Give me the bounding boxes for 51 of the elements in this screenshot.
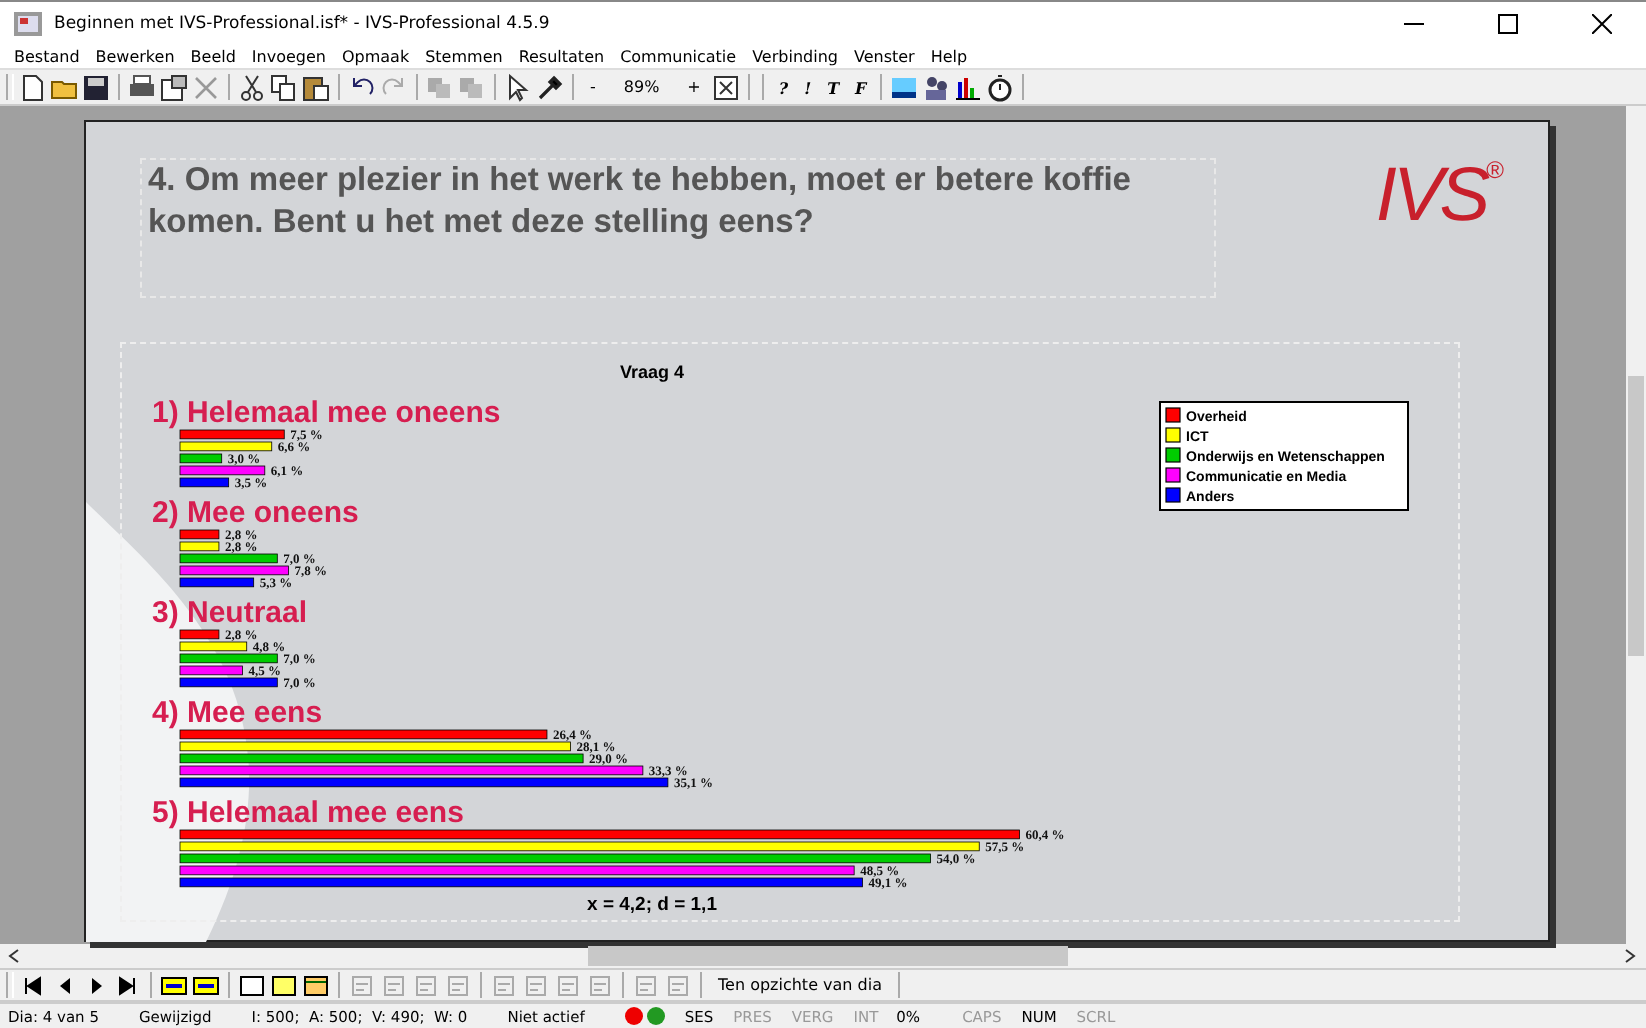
zoom-out-button[interactable]: - bbox=[582, 78, 604, 96]
chart-title: Vraag 4 bbox=[619, 362, 685, 382]
format-button[interactable]: T bbox=[821, 77, 846, 97]
page-layout-icon[interactable] bbox=[302, 971, 330, 999]
menu-item[interactable]: Stemmen bbox=[425, 47, 503, 65]
logo: IVS$^{®}$ bbox=[1375, 158, 1504, 242]
copy-icon[interactable] bbox=[270, 73, 298, 101]
paste-icon[interactable] bbox=[302, 73, 330, 101]
zoom-in-button[interactable]: + bbox=[679, 78, 709, 96]
scissors-icon[interactable] bbox=[238, 73, 266, 101]
status-light-icon bbox=[624, 1006, 645, 1026]
menu-item[interactable]: Bestand bbox=[14, 47, 80, 65]
menu-item[interactable]: Bewerken bbox=[95, 47, 175, 65]
format-button[interactable]: F bbox=[849, 77, 873, 97]
app-icon bbox=[14, 11, 42, 35]
menu-item[interactable]: Resultaten bbox=[518, 47, 605, 65]
category-label: 1) Helemaal mee oneens bbox=[152, 396, 501, 430]
chart-annotation: x = 4,2; d = 1,1 bbox=[587, 894, 717, 916]
new-file-icon[interactable] bbox=[18, 73, 46, 101]
category-label: 3) Neutraal bbox=[152, 596, 308, 630]
printer-icon[interactable] bbox=[128, 73, 156, 101]
maximize-icon[interactable] bbox=[1498, 13, 1518, 33]
fit-icon[interactable] bbox=[712, 73, 741, 101]
menu-item[interactable]: Help bbox=[930, 47, 968, 65]
pointer-icon[interactable] bbox=[504, 73, 532, 101]
category-label: 4) Mee eens bbox=[152, 696, 323, 730]
status-light-icon bbox=[646, 1006, 667, 1026]
window-title: Beginnen met IVS-Professional.isf* - IVS-Professional 4.5.9 bbox=[54, 13, 550, 33]
page-icon[interactable] bbox=[238, 971, 266, 999]
landscape-icon[interactable] bbox=[890, 73, 919, 101]
bar-chart-icon[interactable] bbox=[954, 73, 983, 101]
people-icon[interactable] bbox=[922, 73, 951, 101]
scroll-left-icon[interactable] bbox=[6, 948, 22, 964]
format-button[interactable]: ? bbox=[772, 77, 795, 97]
slide-title: 4. Om meer plezier in het werk te hebben, moet er betere koffie komen. Bent u het met deze stelling eens? bbox=[140, 158, 1216, 298]
close-icon[interactable] bbox=[1592, 13, 1612, 33]
stopwatch-icon[interactable] bbox=[986, 73, 1015, 101]
menu-item[interactable]: Verbinding bbox=[752, 47, 838, 65]
properties-icon[interactable] bbox=[160, 73, 188, 101]
scroll-right-icon[interactable] bbox=[1622, 948, 1638, 964]
page-note-icon[interactable] bbox=[270, 971, 298, 999]
menu-item[interactable]: Venster bbox=[853, 47, 915, 65]
format-button[interactable]: ! bbox=[798, 77, 818, 97]
menu-item[interactable]: Invoegen bbox=[251, 47, 326, 65]
zoom-level[interactable]: 89% bbox=[607, 78, 676, 96]
menu-item[interactable]: Beeld bbox=[190, 47, 236, 65]
menu-item[interactable]: Opmaak bbox=[341, 47, 410, 65]
category-label: 5) Helemaal mee eens bbox=[152, 796, 464, 830]
eyedropper-icon[interactable] bbox=[536, 73, 564, 101]
category-label: 2) Mee oneens bbox=[152, 496, 359, 530]
menu-item[interactable]: Communicatie bbox=[620, 47, 737, 65]
